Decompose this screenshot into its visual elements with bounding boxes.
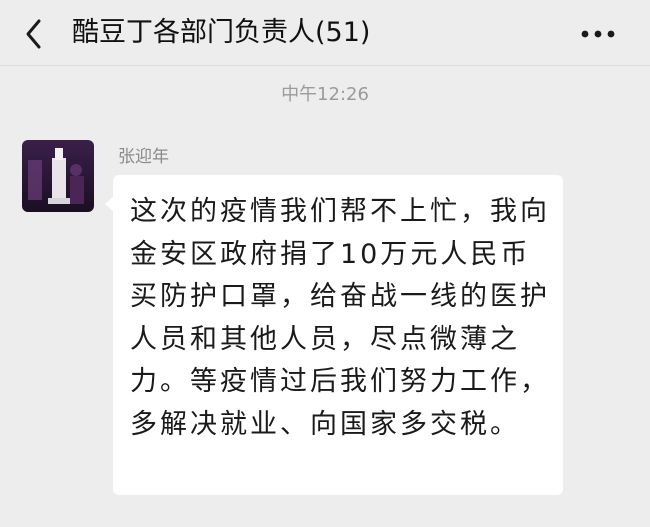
message-bubble[interactable]: 这次的疫情我们帮不上忙，我向金安区政府捐了10万元人民币买防护口罩，给奋战一线的… (113, 175, 563, 495)
sender-name: 张迎年 (118, 147, 169, 167)
more-dots-icon[interactable] (578, 24, 618, 44)
chat-header: 酷豆丁各部门负责人(51) (0, 0, 650, 66)
message-timestamp: 中午12:26 (281, 84, 369, 105)
chevron-left-icon[interactable] (20, 18, 48, 50)
chat-title: 酷豆丁各部门负责人(51) (72, 17, 371, 48)
message-text: 这次的疫情我们帮不上忙，我向金安区政府捐了10万元人民币买防护口罩，给奋战一线的… (130, 196, 550, 440)
avatar[interactable] (22, 140, 94, 212)
